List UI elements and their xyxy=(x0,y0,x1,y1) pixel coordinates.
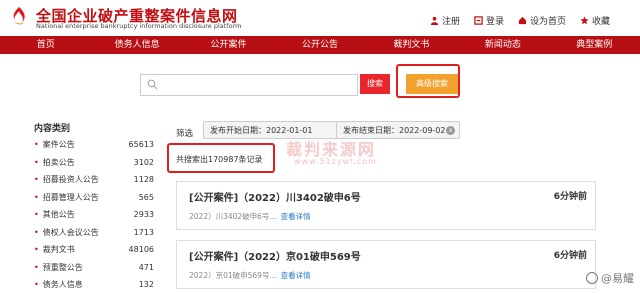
nav-home[interactable]: 首页 xyxy=(0,36,91,54)
category-item[interactable]: • 预重整公告 471 xyxy=(34,259,154,277)
category-item[interactable]: • 其他公告 2933 xyxy=(34,206,154,224)
nav-public-cases[interactable]: 公开案件 xyxy=(183,36,274,54)
site-subtitle: National enterprise bankruptcy informati… xyxy=(36,22,242,30)
register-link[interactable]: 注册 xyxy=(430,14,460,27)
corner-watermark: @易耀 xyxy=(586,270,634,286)
result-summary: 2022）川3402破申6号... 查看详情 xyxy=(189,212,311,221)
nav-news[interactable]: 新闻动态 xyxy=(457,36,548,54)
set-homepage-link[interactable]: 设为首页 xyxy=(518,14,566,27)
category-item[interactable]: • 招募管理人公告 565 xyxy=(34,189,154,207)
category-item[interactable]: • 债权人会议公告 1713 xyxy=(34,224,154,242)
result-title[interactable]: [公开案件]（2022）川3402破申6号 xyxy=(189,189,361,204)
flame-logo-icon[interactable] xyxy=(8,6,30,28)
result-summary: 2022）京01破申569号... 查看详情 xyxy=(189,271,311,280)
search-button[interactable]: 搜索 xyxy=(360,74,390,94)
category-item[interactable]: • 裁判文书 48106 xyxy=(34,241,154,259)
highlight-box xyxy=(167,143,275,173)
main-nav: 首页 债务人信息 公开案件 公开公告 裁判文书 新闻动态 典型案例 xyxy=(0,36,640,54)
highlight-box xyxy=(396,64,460,98)
result-card[interactable]: [公开案件]（2022）川3402破申6号 6分钟前 2022）川3402破申6… xyxy=(176,181,596,230)
home-icon xyxy=(518,16,527,25)
login-icon xyxy=(474,16,483,25)
header: 全国企业破产重整案件信息网 National enterprise bankru… xyxy=(0,0,640,36)
filter-label: 筛选 xyxy=(176,129,194,139)
nav-debtor-info[interactable]: 债务人信息 xyxy=(91,36,182,54)
result-title[interactable]: [公开案件]（2022）京01破申569号 xyxy=(189,248,361,263)
category-item[interactable]: • 拍卖公告 3102 xyxy=(34,154,154,172)
sidebar-title: 内容类别 xyxy=(34,124,71,134)
clear-icon[interactable]: x xyxy=(446,126,455,135)
search-icon xyxy=(147,79,158,90)
result-card[interactable]: [公开案件]（2022）京01破申569号 6分钟前 2022）京01破申569… xyxy=(176,240,596,289)
user-icon xyxy=(430,16,439,25)
category-item[interactable]: • 案件公告 65613 xyxy=(34,136,154,154)
result-time: 6分钟前 xyxy=(553,192,587,202)
nav-typical-cases[interactable]: 典型案例 xyxy=(549,36,640,54)
search-input[interactable] xyxy=(140,74,358,96)
view-detail-link[interactable]: 查看详情 xyxy=(281,271,311,280)
nav-public-notices[interactable]: 公开公告 xyxy=(274,36,365,54)
login-link[interactable]: 登录 xyxy=(474,14,504,27)
result-time: 6分钟前 xyxy=(553,251,587,261)
watermark-url: www.51zywl.com xyxy=(294,157,377,166)
view-detail-link[interactable]: 查看详情 xyxy=(281,212,311,221)
top-links: 注册 登录 设为首页 收藏 xyxy=(430,14,610,27)
category-item[interactable]: • 招募投资人公告 1128 xyxy=(34,171,154,189)
favorite-link[interactable]: 收藏 xyxy=(580,14,610,27)
star-icon xyxy=(580,16,589,25)
watermark-logo-icon xyxy=(586,272,598,284)
category-list: • 案件公告 65613 • 拍卖公告 3102 • 招募投资人公告 1128 • 招募管理人… xyxy=(34,136,154,294)
nav-judgments[interactable]: 裁判文书 xyxy=(366,36,457,54)
